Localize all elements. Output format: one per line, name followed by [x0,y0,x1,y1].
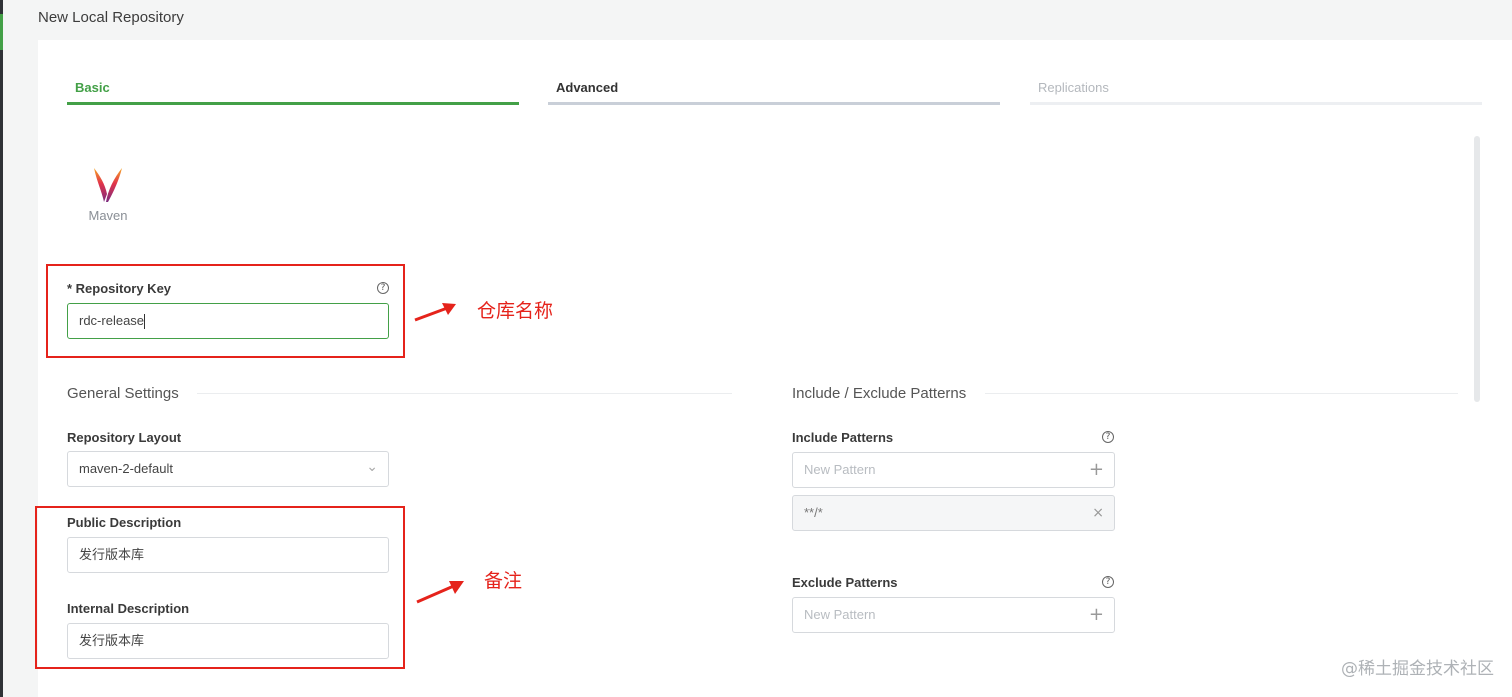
package-type-maven[interactable]: Maven [82,164,134,223]
include-pattern-item: **/* × [792,495,1115,531]
maven-feather-icon [94,168,122,202]
tab-replications-underline [1030,102,1482,105]
annotation-arrow-icon [416,581,464,604]
repository-layout-label: Repository Layout [67,430,182,445]
remove-pattern-icon[interactable]: × [1092,496,1104,530]
tab-basic-underline [67,102,519,105]
add-include-pattern-icon[interactable]: + [1089,453,1104,487]
include-pattern-item-value: **/* [804,505,823,520]
repository-layout-value: maven-2-default [79,461,173,476]
tab-advanced-underline [548,102,1000,105]
tab-replications-label: Replications [1038,80,1109,95]
app-sidebar-edge [0,0,3,697]
general-settings-title: General Settings [67,385,179,402]
exclude-pattern-placeholder: New Pattern [804,607,876,622]
annotation-remark: 备注 [484,570,523,592]
annotation-box-descriptions [35,506,405,669]
tab-advanced-label: Advanced [556,80,619,95]
scrollbar[interactable] [1474,136,1480,402]
tab-advanced[interactable]: Advanced [548,80,1000,106]
tab-basic-label: Basic [75,80,110,95]
annotation-arrow-icon [414,303,456,322]
annotation-box-repository-key [46,264,405,358]
exclude-patterns-label: Exclude Patterns [792,575,898,590]
repository-layout-select[interactable]: maven-2-default ⌄ [67,451,389,487]
chevron-down-icon: ⌄ [366,459,378,475]
annotation-repo-name: 仓库名称 [477,300,554,322]
package-type-label: Maven [88,208,128,223]
tab-basic[interactable]: Basic [67,80,519,106]
general-settings-divider [197,393,732,394]
patterns-divider [985,393,1458,394]
exclude-patterns-help-icon[interactable]: ? [1102,576,1114,588]
include-patterns-label: Include Patterns [792,430,894,445]
tab-replications: Replications [1030,80,1482,106]
watermark: @稀土掘金技术社区 [1341,659,1494,679]
active-nav-indicator [0,14,3,50]
exclude-pattern-input[interactable]: New Pattern + [792,597,1115,633]
include-patterns-help-icon[interactable]: ? [1102,431,1114,443]
include-pattern-placeholder: New Pattern [804,462,876,477]
add-exclude-pattern-icon[interactable]: + [1089,598,1104,632]
page-title: New Local Repository [38,9,184,26]
include-pattern-input[interactable]: New Pattern + [792,452,1115,488]
patterns-title: Include / Exclude Patterns [792,385,967,402]
